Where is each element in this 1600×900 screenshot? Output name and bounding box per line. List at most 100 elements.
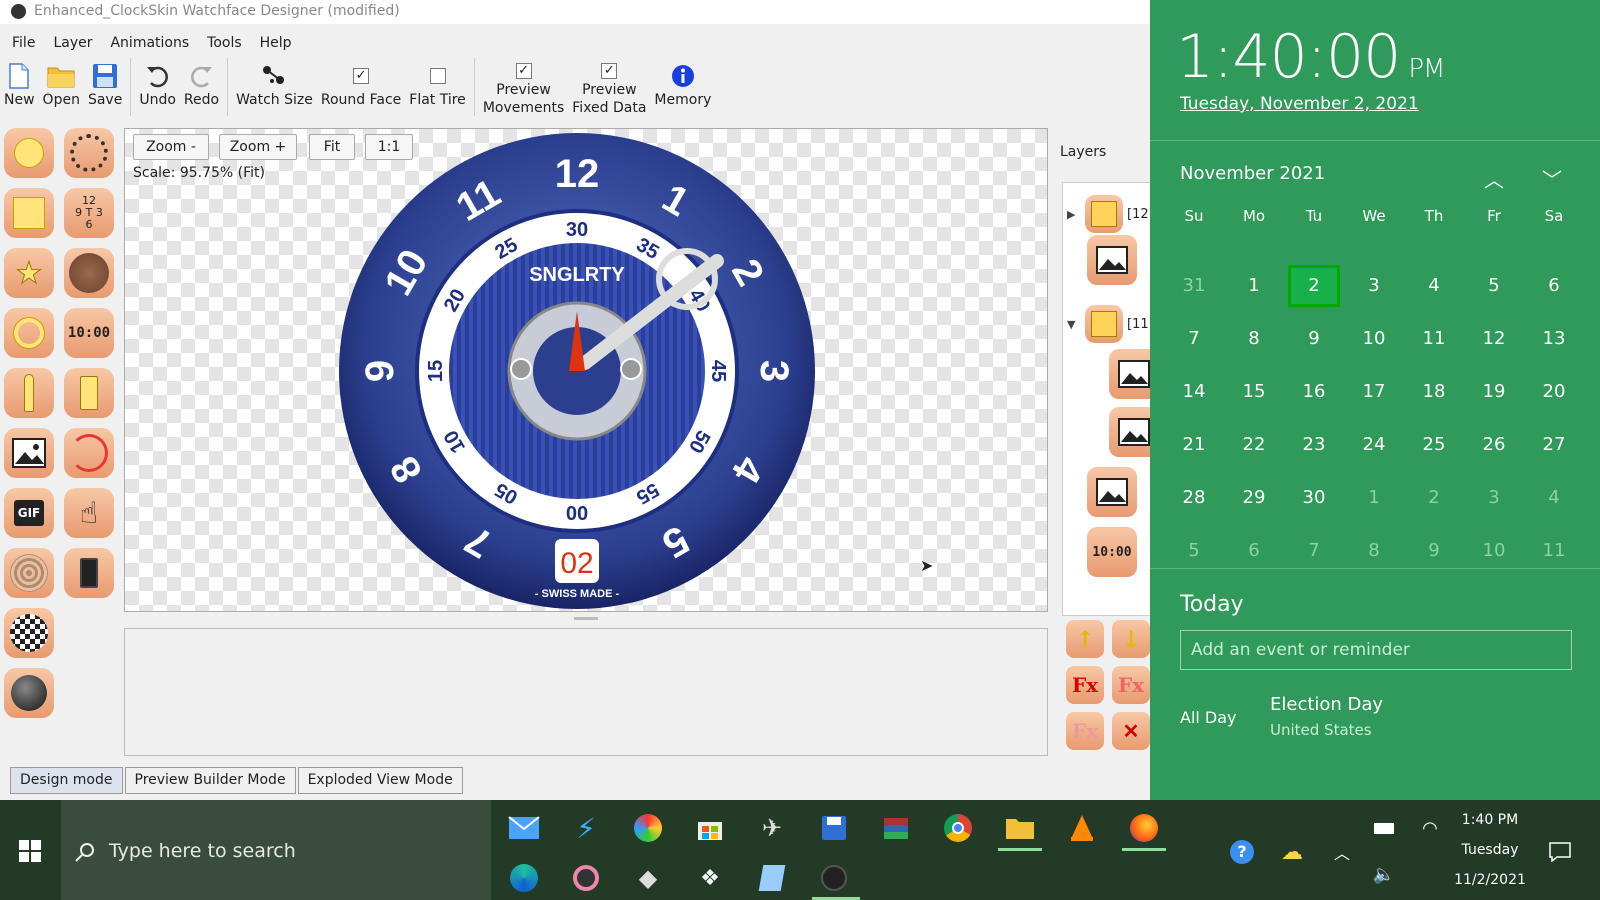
notes-app-icon[interactable]: [752, 858, 792, 898]
full-date-link[interactable]: Tuesday, November 2, 2021: [1180, 94, 1419, 114]
preview-fixed-data-checkbox[interactable]: ✓: [601, 63, 618, 79]
panel-splitter[interactable]: [124, 614, 1048, 624]
inkscape-icon[interactable]: ◆: [628, 858, 668, 898]
palette-clock-digits[interactable]: 12 9 T 3 6: [64, 188, 114, 238]
menu-help[interactable]: Help: [248, 32, 298, 54]
palette-arc[interactable]: [64, 428, 114, 478]
calendar-day[interactable]: 15: [1224, 365, 1284, 418]
calendar-day[interactable]: 26: [1464, 418, 1524, 471]
layer-image-row[interactable]: [1087, 467, 1137, 517]
chevron-up-icon[interactable]: ︿: [1322, 832, 1362, 872]
palette-star[interactable]: ★: [4, 248, 54, 298]
tab-design-mode[interactable]: Design mode: [10, 767, 123, 794]
dropbox-icon[interactable]: ❖: [690, 858, 730, 898]
fx-remove-button[interactable]: Fx: [1066, 712, 1104, 750]
open-button[interactable]: Open: [39, 58, 84, 110]
palette-digital[interactable]: 10:00: [64, 308, 114, 358]
calendar-day[interactable]: 23: [1284, 418, 1344, 471]
round-face-checkbox[interactable]: ✓: [353, 68, 370, 84]
calendar-day[interactable]: 3: [1344, 259, 1404, 312]
round-face-toggle[interactable]: ✓ Round Face: [317, 58, 405, 110]
flat-tire-toggle[interactable]: Flat Tire: [405, 58, 470, 110]
calendar-day[interactable]: 29: [1224, 471, 1284, 524]
palette-battery[interactable]: [64, 368, 114, 418]
start-button[interactable]: [0, 800, 60, 900]
menu-tools[interactable]: Tools: [195, 32, 248, 54]
calendar-day[interactable]: 24: [1344, 418, 1404, 471]
calendar-day[interactable]: 9: [1284, 312, 1344, 365]
calendar-day[interactable]: 14: [1164, 365, 1224, 418]
edge-icon[interactable]: [504, 858, 544, 898]
calendar-day[interactable]: 10: [1464, 524, 1524, 577]
calendar-day[interactable]: 21: [1164, 418, 1224, 471]
calendar-day[interactable]: 19: [1464, 365, 1524, 418]
calendar-day[interactable]: 1: [1344, 471, 1404, 524]
calendar-day[interactable]: 22: [1224, 418, 1284, 471]
weather-icon[interactable]: ☁: [1272, 832, 1312, 872]
palette-hand[interactable]: [4, 368, 54, 418]
calendar-day[interactable]: 17: [1344, 365, 1404, 418]
palette-ring[interactable]: [4, 308, 54, 358]
watchface-designer-icon[interactable]: [814, 858, 854, 898]
palette-spiral[interactable]: [4, 548, 54, 598]
fx-delete-button[interactable]: ✕: [1112, 712, 1150, 750]
palette-shadow[interactable]: [4, 668, 54, 718]
calendar-day[interactable]: 7: [1164, 312, 1224, 365]
flat-tire-checkbox[interactable]: [429, 68, 446, 84]
watch-size-button[interactable]: Watch Size: [232, 58, 317, 110]
design-canvas[interactable]: Zoom - Zoom + Fit 1:1 Scale: 95.75% (Fit…: [124, 128, 1048, 612]
preview-movements-checkbox[interactable]: ✓: [515, 63, 532, 79]
taskbar-clock[interactable]: 1:40 PM Tuesday 11/2/2021: [1440, 812, 1540, 888]
calendar-day[interactable]: 10: [1344, 312, 1404, 365]
calendar-day[interactable]: 3: [1464, 471, 1524, 524]
tab-preview-builder-mode[interactable]: Preview Builder Mode: [124, 767, 296, 794]
redo-button[interactable]: Redo: [180, 58, 223, 110]
event-name[interactable]: Election Day: [1270, 694, 1383, 715]
calendar-day[interactable]: 20: [1524, 365, 1584, 418]
event-input[interactable]: Add an event or reminder: [1180, 630, 1572, 670]
calendar-day[interactable]: 25: [1404, 418, 1464, 471]
photos-app-icon[interactable]: [628, 808, 668, 848]
menu-layer[interactable]: Layer: [41, 32, 98, 54]
calendar-day[interactable]: 11: [1404, 312, 1464, 365]
help-alert-icon[interactable]: ?: [1222, 832, 1262, 872]
palette-rectangle[interactable]: [4, 188, 54, 238]
calendar-day[interactable]: 8: [1224, 312, 1284, 365]
calendar-day[interactable]: 30: [1284, 471, 1344, 524]
calendar-day[interactable]: 6: [1524, 259, 1584, 312]
volume-icon[interactable]: 🔈: [1364, 854, 1404, 894]
save-app-icon[interactable]: [814, 808, 854, 848]
zoom-in-button[interactable]: Zoom +: [219, 134, 297, 160]
watch-face[interactable]: 12123457891011 303540455055000510152025 …: [337, 131, 817, 611]
palette-dotted-ring[interactable]: [64, 128, 114, 178]
save-button[interactable]: Save: [84, 58, 126, 110]
zoom-out-button[interactable]: Zoom -: [133, 134, 209, 160]
calendar-day[interactable]: 7: [1284, 524, 1344, 577]
preview-movements-toggle[interactable]: ✓ Preview Movements: [479, 58, 568, 118]
file-explorer-icon[interactable]: [1000, 808, 1040, 848]
tab-exploded-view-mode[interactable]: Exploded View Mode: [297, 767, 463, 794]
fx-button[interactable]: Fx: [1066, 666, 1104, 704]
mail-icon[interactable]: [504, 808, 544, 848]
palette-checker[interactable]: [4, 608, 54, 658]
layer-image-row[interactable]: [1109, 407, 1151, 457]
calendar-day[interactable]: 27: [1524, 418, 1584, 471]
move-down-button[interactable]: ↓: [1112, 620, 1150, 658]
media-player-icon[interactable]: [566, 858, 606, 898]
calendar-day[interactable]: 12: [1464, 312, 1524, 365]
lightning-app-icon[interactable]: ⚡: [566, 808, 606, 848]
layer-group-row[interactable]: ▼ [11: [1067, 305, 1149, 343]
calendar-day[interactable]: 2: [1404, 471, 1464, 524]
palette-image[interactable]: [4, 428, 54, 478]
winrar-icon[interactable]: [876, 808, 916, 848]
notification-center-icon[interactable]: [1540, 832, 1580, 872]
palette-circle[interactable]: [4, 128, 54, 178]
game-app-icon[interactable]: ✈: [752, 808, 792, 848]
menu-animations[interactable]: Animations: [98, 32, 195, 54]
calendar-day[interactable]: 1: [1224, 259, 1284, 312]
calendar-day[interactable]: 5: [1464, 259, 1524, 312]
palette-touch[interactable]: ☝: [64, 488, 114, 538]
firefox-icon[interactable]: [1124, 808, 1164, 848]
palette-battery-level[interactable]: [64, 548, 114, 598]
memory-button[interactable]: Memory: [650, 58, 715, 110]
